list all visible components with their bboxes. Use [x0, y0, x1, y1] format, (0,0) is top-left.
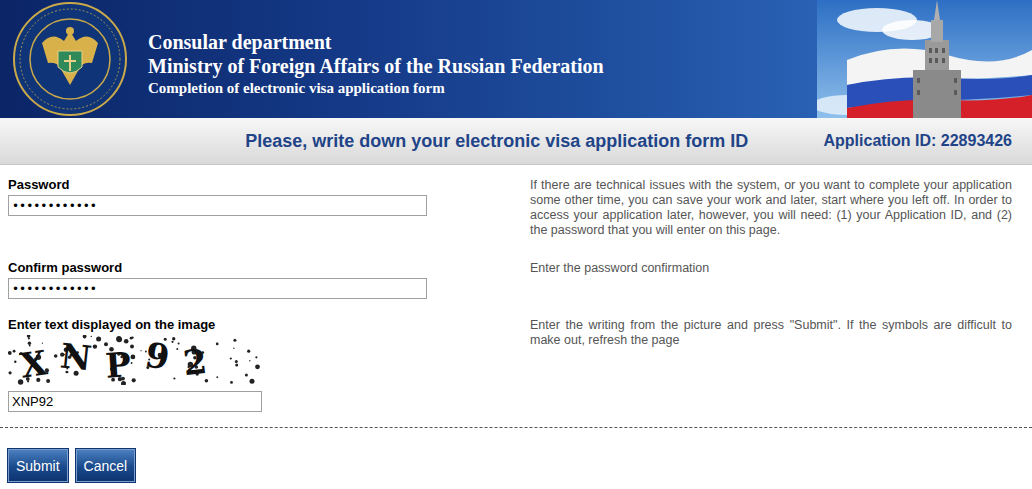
confirm-password-input[interactable]	[8, 278, 427, 299]
field-help: Enter the password confirmation	[530, 258, 1032, 315]
field-column: Confirm password	[0, 258, 530, 315]
submit-button[interactable]: Submit	[8, 449, 68, 482]
form-row: Enter text displayed on the imageXNP92En…	[0, 315, 1032, 412]
captcha-input[interactable]	[8, 391, 262, 412]
separator	[0, 427, 1032, 428]
header-subtitle: Ministry of Foreign Affairs of the Russi…	[148, 54, 817, 79]
captcha-image: XNP92	[8, 335, 260, 385]
banner-message: Please, write down your electronic visa …	[0, 131, 823, 152]
button-bar: SubmitCancel	[0, 428, 1032, 482]
field-help: If there are technical issues with the s…	[530, 175, 1032, 258]
flag-and-building-icon	[817, 0, 1032, 118]
header-title: Consular department	[148, 30, 817, 54]
field-label: Enter text displayed on the image	[8, 317, 215, 333]
id-banner: Please, write down your electronic visa …	[0, 118, 1032, 165]
site-header: Consular departmentMinistry of Foreign A…	[0, 0, 1032, 118]
field-help: Enter the writing from the picture and p…	[530, 315, 1032, 412]
password-input[interactable]	[8, 195, 427, 216]
field-column: Enter text displayed on the image XNP92	[0, 315, 530, 412]
header-caption: Completion of electronic visa applicatio…	[148, 79, 817, 98]
emblem-icon	[0, 0, 140, 118]
form-row: Confirm password Enter the password confi…	[0, 258, 1032, 315]
form-row: Password If there are technical issues wi…	[0, 175, 1032, 258]
application-id: Application ID: 22893426	[823, 132, 1032, 150]
password-form: Password If there are technical issues wi…	[0, 165, 1032, 412]
cancel-button[interactable]: Cancel	[76, 449, 136, 482]
field-label: Confirm password	[8, 260, 122, 276]
captcha-text: XNP92	[20, 340, 206, 380]
field-label: Password	[8, 177, 69, 193]
field-column: Password	[0, 175, 530, 258]
